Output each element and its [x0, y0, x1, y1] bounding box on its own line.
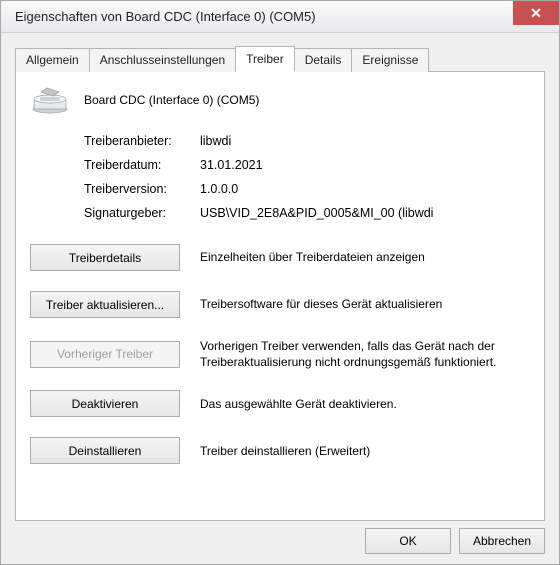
- action-row-disable: Deaktivieren Das ausgewählte Gerät deakt…: [30, 390, 530, 417]
- device-icon: [30, 86, 70, 114]
- close-button[interactable]: ✕: [513, 1, 559, 25]
- date-label: Treiberdatum:: [84, 158, 200, 172]
- dialog-footer: OK Abbrechen: [365, 528, 545, 554]
- rollback-driver-desc: Vorherigen Treiber verwenden, falls das …: [200, 338, 530, 370]
- properties-window: Eigenschaften von Board CDC (Interface 0…: [0, 0, 560, 565]
- tab-general[interactable]: Allgemein: [15, 48, 90, 72]
- tabstrip: Allgemein Anschlusseinstellungen Treiber…: [15, 45, 545, 71]
- action-row-update: Treiber aktualisieren... Treibersoftware…: [30, 291, 530, 318]
- tab-port-settings[interactable]: Anschlusseinstellungen: [89, 48, 236, 72]
- tabpanel-driver: Board CDC (Interface 0) (COM5) Treiberan…: [15, 71, 545, 521]
- tab-details[interactable]: Details: [294, 48, 353, 72]
- rollback-driver-button: Vorheriger Treiber: [30, 341, 180, 368]
- version-label: Treiberversion:: [84, 182, 200, 196]
- update-driver-desc: Treibersoftware für dieses Gerät aktuali…: [200, 296, 530, 312]
- close-icon: ✕: [530, 5, 542, 22]
- action-row-rollback: Vorheriger Treiber Vorherigen Treiber ve…: [30, 338, 530, 370]
- client-area: Allgemein Anschlusseinstellungen Treiber…: [1, 33, 559, 531]
- ok-button[interactable]: OK: [365, 528, 451, 554]
- signer-label: Signaturgeber:: [84, 206, 200, 220]
- window-title: Eigenschaften von Board CDC (Interface 0…: [15, 9, 513, 24]
- action-row-uninstall: Deinstallieren Treiber deinstallieren (E…: [30, 437, 530, 464]
- version-value: 1.0.0.0: [200, 182, 530, 196]
- device-header: Board CDC (Interface 0) (COM5): [30, 86, 530, 114]
- disable-button[interactable]: Deaktivieren: [30, 390, 180, 417]
- action-area: Treiberdetails Einzelheiten über Treiber…: [30, 244, 530, 464]
- provider-label: Treiberanbieter:: [84, 134, 200, 148]
- info-row-version: Treiberversion: 1.0.0.0: [84, 182, 530, 196]
- update-driver-button[interactable]: Treiber aktualisieren...: [30, 291, 180, 318]
- uninstall-desc: Treiber deinstallieren (Erweitert): [200, 443, 530, 459]
- cancel-button[interactable]: Abbrechen: [459, 528, 545, 554]
- titlebar: Eigenschaften von Board CDC (Interface 0…: [1, 1, 559, 33]
- provider-value: libwdi: [200, 134, 530, 148]
- tab-driver[interactable]: Treiber: [235, 46, 295, 72]
- info-row-date: Treiberdatum: 31.01.2021: [84, 158, 530, 172]
- action-row-details: Treiberdetails Einzelheiten über Treiber…: [30, 244, 530, 271]
- signer-value: USB\VID_2E8A&PID_0005&MI_00 (libwdi: [200, 206, 530, 220]
- uninstall-button[interactable]: Deinstallieren: [30, 437, 180, 464]
- device-name: Board CDC (Interface 0) (COM5): [84, 93, 259, 107]
- driver-details-desc: Einzelheiten über Treiberdateien anzeige…: [200, 249, 530, 265]
- tab-events[interactable]: Ereignisse: [351, 48, 429, 72]
- driver-details-button[interactable]: Treiberdetails: [30, 244, 180, 271]
- info-row-signer: Signaturgeber: USB\VID_2E8A&PID_0005&MI_…: [84, 206, 530, 220]
- date-value: 31.01.2021: [200, 158, 530, 172]
- driver-info: Treiberanbieter: libwdi Treiberdatum: 31…: [84, 134, 530, 220]
- disable-desc: Das ausgewählte Gerät deaktivieren.: [200, 396, 530, 412]
- info-row-provider: Treiberanbieter: libwdi: [84, 134, 530, 148]
